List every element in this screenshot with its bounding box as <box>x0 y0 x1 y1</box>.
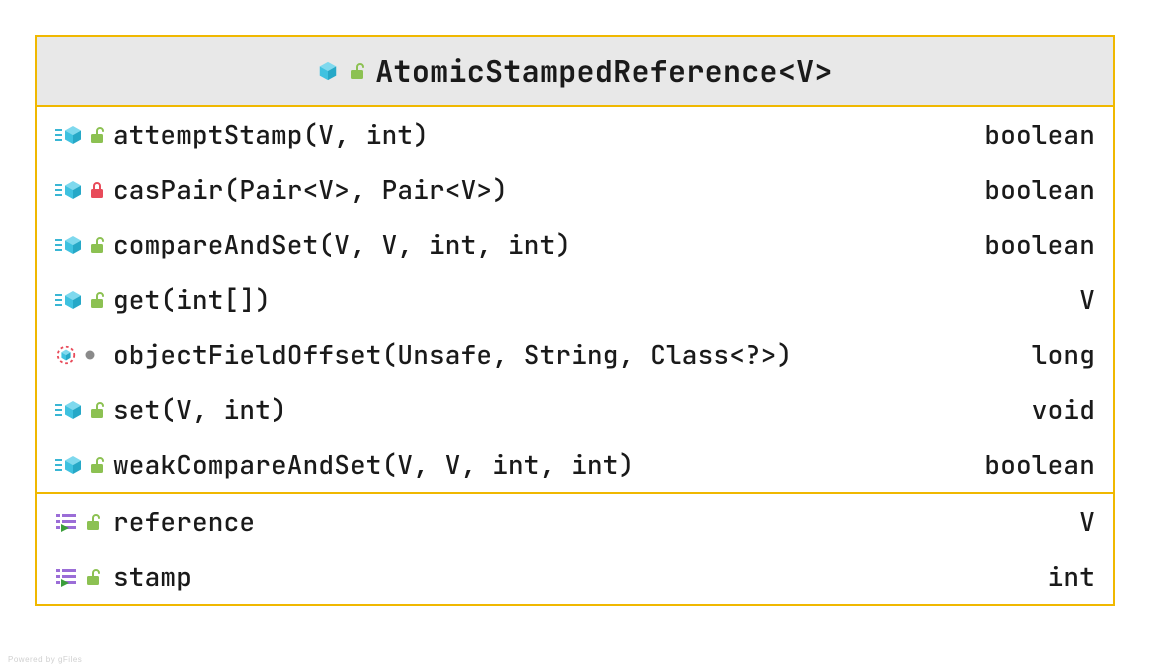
method-icon <box>55 125 83 145</box>
class-structure-panel: AtomicStampedReference<V> attemptStamp(V… <box>35 35 1115 606</box>
unlocked-icon <box>89 236 105 254</box>
field-name: stamp <box>113 559 1018 594</box>
field-name: reference <box>113 504 1049 539</box>
unlocked-icon <box>89 401 105 419</box>
field-type: V <box>1049 504 1095 539</box>
method-return-type: boolean <box>954 447 1095 482</box>
method-row[interactable]: get(int[]) V <box>37 272 1113 327</box>
class-icon <box>317 60 339 82</box>
field-type: int <box>1018 559 1095 594</box>
class-title: AtomicStampedReference<V> <box>375 51 833 91</box>
locked-icon <box>89 181 105 199</box>
methods-section: attemptStamp(V, int) boolean casPair(Pai… <box>37 107 1113 494</box>
package-private-icon <box>83 348 97 362</box>
method-name: weakCompareAndSet(V, V, int, int) <box>113 447 954 482</box>
class-header[interactable]: AtomicStampedReference<V> <box>37 37 1113 107</box>
field-icon <box>55 567 79 587</box>
method-row[interactable]: compareAndSet(V, V, int, int) boolean <box>37 217 1113 272</box>
method-name: casPair(Pair<V>, Pair<V>) <box>113 172 954 207</box>
method-icon <box>55 400 83 420</box>
method-name: set(V, int) <box>113 392 1002 427</box>
field-icon <box>55 512 79 532</box>
method-row[interactable]: objectFieldOffset(Unsafe, String, Class<… <box>37 327 1113 382</box>
static-method-icon <box>55 344 77 366</box>
method-return-type: boolean <box>954 117 1095 152</box>
unlocked-icon <box>85 513 101 531</box>
unlocked-icon <box>89 291 105 309</box>
method-return-type: void <box>1002 392 1095 427</box>
unlocked-icon <box>349 62 365 80</box>
method-icon <box>55 180 83 200</box>
method-name: objectFieldOffset(Unsafe, String, Class<… <box>113 337 1002 372</box>
method-name: get(int[]) <box>113 282 1049 317</box>
method-return-type: boolean <box>954 172 1095 207</box>
method-return-type: V <box>1049 282 1095 317</box>
method-return-type: long <box>1002 337 1095 372</box>
field-row[interactable]: stamp int <box>37 549 1113 604</box>
method-name: attemptStamp(V, int) <box>113 117 954 152</box>
method-return-type: boolean <box>954 227 1095 262</box>
method-icon <box>55 455 83 475</box>
method-row[interactable]: attemptStamp(V, int) boolean <box>37 107 1113 162</box>
unlocked-icon <box>89 456 105 474</box>
method-name: compareAndSet(V, V, int, int) <box>113 227 954 262</box>
unlocked-icon <box>89 126 105 144</box>
field-row[interactable]: reference V <box>37 494 1113 549</box>
method-row[interactable]: weakCompareAndSet(V, V, int, int) boolea… <box>37 437 1113 492</box>
fields-section: reference V stamp int <box>37 494 1113 604</box>
watermark-text: Powered by gFiles <box>8 655 82 664</box>
method-icon <box>55 235 83 255</box>
method-icon <box>55 290 83 310</box>
unlocked-icon <box>85 568 101 586</box>
method-row[interactable]: set(V, int) void <box>37 382 1113 437</box>
method-row[interactable]: casPair(Pair<V>, Pair<V>) boolean <box>37 162 1113 217</box>
